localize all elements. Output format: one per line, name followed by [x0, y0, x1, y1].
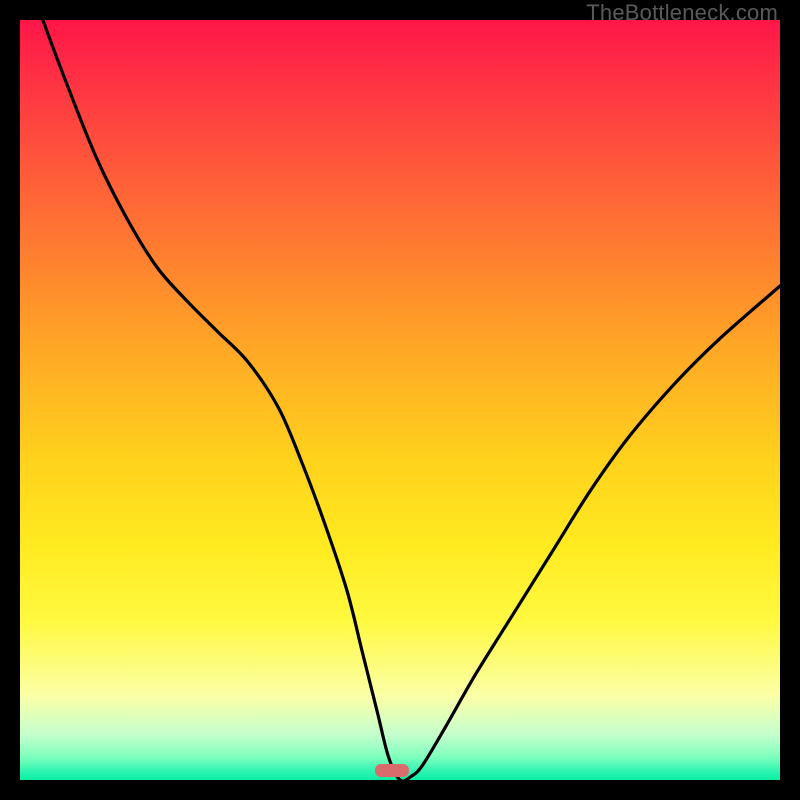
outer-frame: TheBottleneck.com [0, 0, 800, 800]
bottleneck-curve-svg [20, 20, 780, 780]
optimal-point-marker [375, 764, 409, 777]
bottleneck-curve-line [43, 20, 780, 780]
plot-area [20, 20, 780, 780]
